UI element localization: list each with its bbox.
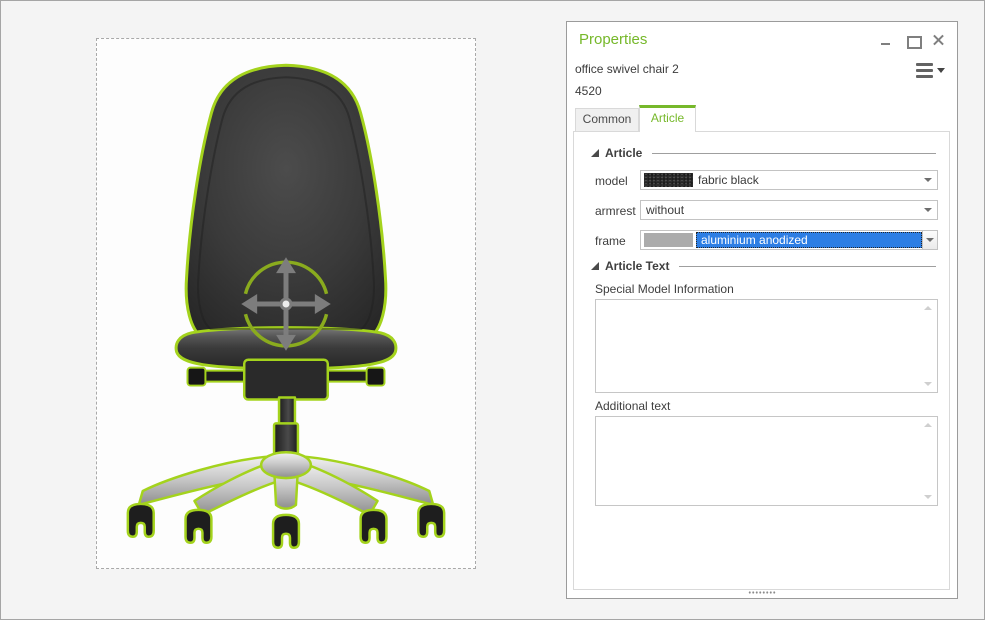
frame-dropdown[interactable]: aluminium anodized xyxy=(640,230,938,250)
scroll-up-icon[interactable] xyxy=(924,423,932,427)
frame-value-selected: aluminium anodized xyxy=(696,232,922,248)
hamburger-menu-icon xyxy=(916,63,933,78)
tab-content-article: Article model fabric black armrest witho… xyxy=(573,131,950,590)
section-header-article: Article xyxy=(591,146,936,160)
section-title: Article Text xyxy=(605,259,670,273)
model-value: fabric black xyxy=(698,173,759,187)
tab-article[interactable]: Article xyxy=(639,105,696,132)
section-title: Article xyxy=(605,146,643,160)
frame-dropdown-button[interactable] xyxy=(922,231,937,249)
window-controls xyxy=(880,32,945,49)
properties-panel: Properties office swivel chair 2 4520 Co… xyxy=(566,21,958,599)
armrest-value: without xyxy=(646,203,685,217)
expander-triangle-icon[interactable] xyxy=(591,262,599,270)
chevron-down-icon xyxy=(937,68,945,73)
article-number: 4520 xyxy=(575,84,602,98)
label-additional-text: Additional text xyxy=(595,399,671,413)
scroll-down-icon[interactable] xyxy=(924,382,932,386)
additional-text-box xyxy=(595,416,938,506)
label-special-model-information: Special Model Information xyxy=(595,282,734,296)
aluminium-swatch xyxy=(644,233,693,247)
expander-triangle-icon[interactable] xyxy=(591,149,599,157)
section-rule xyxy=(679,265,936,267)
additional-text-input[interactable] xyxy=(596,417,937,505)
maximize-icon[interactable] xyxy=(906,34,922,49)
special-model-information-box xyxy=(595,299,938,393)
model-dropdown[interactable]: fabric black xyxy=(640,170,938,190)
panel-title: Properties xyxy=(579,31,648,48)
fabric-black-swatch xyxy=(644,173,693,187)
object-name: office swivel chair 2 xyxy=(575,62,679,76)
section-rule xyxy=(652,152,936,154)
panel-resize-grip[interactable] xyxy=(748,591,776,594)
field-label-frame: frame xyxy=(595,234,626,248)
panel-menu-button[interactable] xyxy=(916,63,945,78)
chair-object[interactable] xyxy=(97,39,475,568)
selection-bounds xyxy=(96,38,476,569)
scroll-down-icon[interactable] xyxy=(924,495,932,499)
armrest-dropdown[interactable]: without xyxy=(640,200,938,220)
section-header-article-text: Article Text xyxy=(591,259,936,273)
scroll-up-icon[interactable] xyxy=(924,306,932,310)
minimize-icon[interactable] xyxy=(880,34,893,47)
field-label-armrest: armrest xyxy=(595,204,636,218)
chevron-down-icon xyxy=(919,208,937,212)
close-icon[interactable] xyxy=(932,34,945,47)
tab-common[interactable]: Common xyxy=(575,108,639,131)
field-label-model: model xyxy=(595,174,628,188)
chevron-down-icon xyxy=(919,178,937,182)
special-model-information-input[interactable] xyxy=(596,300,937,392)
application-background: Properties office swivel chair 2 4520 Co… xyxy=(0,0,985,620)
